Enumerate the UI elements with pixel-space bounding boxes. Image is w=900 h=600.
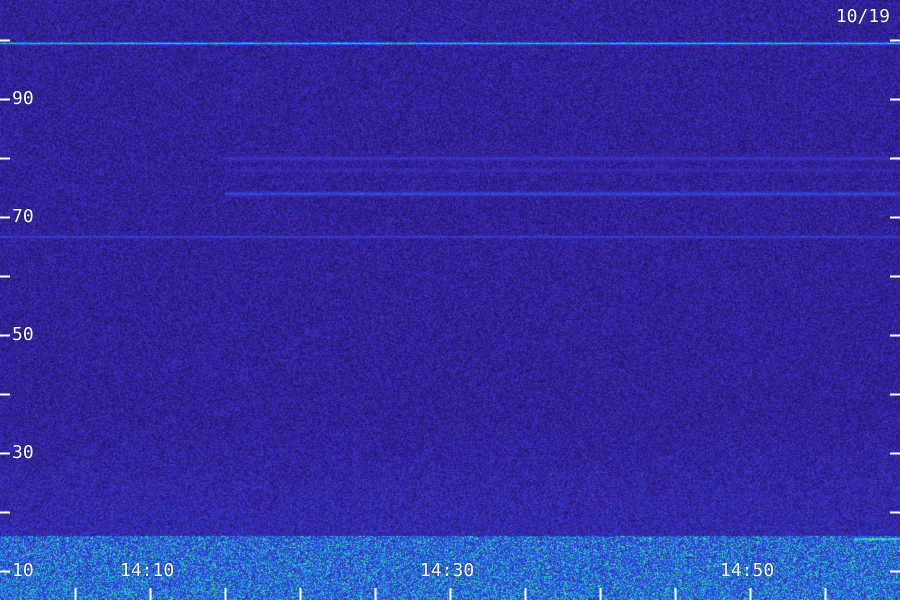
x-tick-label: 14:30 — [420, 560, 475, 581]
x-tick-label: 14:10 — [120, 560, 175, 581]
x-tick-label: 14:50 — [720, 560, 775, 581]
y-tick-label: 30 — [12, 442, 34, 463]
date-label: 10/19 — [835, 6, 890, 27]
y-tick-label: 90 — [12, 88, 34, 109]
y-tick-label: 50 — [12, 324, 34, 345]
y-tick-label: 10 — [12, 560, 34, 581]
y-tick-label: 70 — [12, 206, 34, 227]
tick-overlay — [0, 39, 900, 600]
spectrogram: 10/19 10 30 50 70 90 14:10 14:30 14:50 — [0, 0, 900, 600]
